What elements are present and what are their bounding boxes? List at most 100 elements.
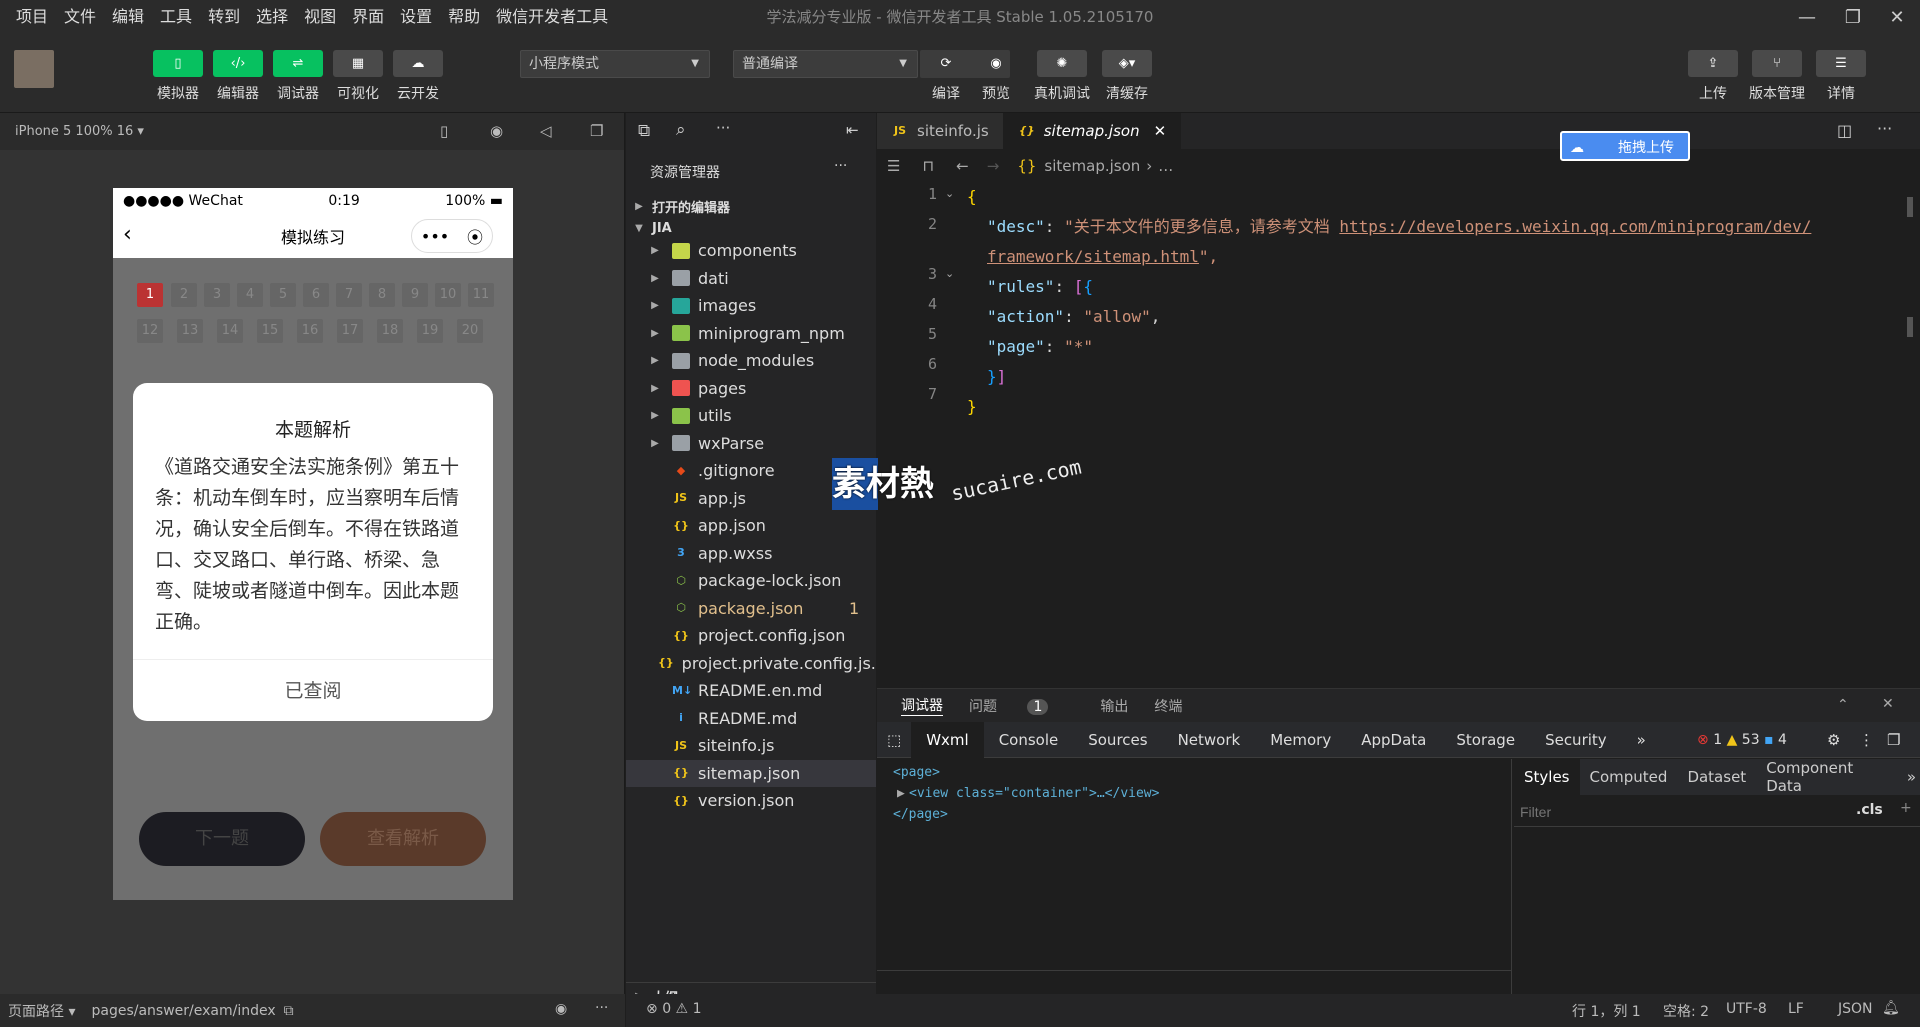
forward-arrow-icon[interactable]: → [987, 157, 1000, 175]
tab-appdata[interactable]: AppData [1346, 722, 1441, 758]
tab-wxml[interactable]: Wxml [911, 721, 984, 758]
tab-output[interactable]: 输出 [1100, 696, 1128, 716]
gear-icon[interactable]: ⚙ [1827, 722, 1840, 758]
preview-button[interactable]: ◉ 预览 [971, 50, 1021, 103]
tab-storage[interactable]: Storage [1441, 722, 1530, 758]
question-number[interactable]: 15 [257, 319, 283, 343]
drag-upload-badge[interactable]: ☁ 拖拽上传 [1560, 131, 1690, 161]
close-icon[interactable]: ✕ [1874, 0, 1920, 34]
language-mode[interactable]: JSON [1838, 1001, 1873, 1017]
more-icon[interactable]: ··· [716, 119, 730, 137]
file-tree-item[interactable]: ▶ images [626, 292, 876, 319]
minimize-icon[interactable]: — [1784, 0, 1830, 34]
question-number[interactable]: 11 [468, 283, 494, 307]
menu-item-settings[interactable]: 设置 [392, 0, 440, 34]
file-tree-item[interactable]: ▶ dati [626, 265, 876, 292]
fold-icon[interactable]: ⌄ [945, 187, 954, 200]
line-ending[interactable]: LF [1788, 1001, 1804, 1017]
indentation[interactable]: 空格: 2 [1663, 1001, 1709, 1021]
styles-filter-input[interactable] [1520, 801, 1820, 823]
file-tree-item[interactable]: {} version.json [626, 787, 876, 814]
tab-sources[interactable]: Sources [1073, 722, 1162, 758]
page-path-select[interactable]: 页面路径 ▾ [8, 1001, 75, 1021]
question-number[interactable]: 14 [217, 319, 243, 343]
cloud-dev-button[interactable]: ☁ 云开发 [393, 50, 443, 103]
file-tree-item[interactable]: {} app.json [626, 512, 876, 539]
file-tree-item[interactable]: JS siteinfo.js [626, 732, 876, 759]
file-tree-item[interactable]: {} project.private.config.js... [626, 650, 876, 677]
device-select[interactable]: iPhone 5 100% 16 ▾ [15, 124, 144, 139]
more-icon[interactable]: ··· [834, 158, 847, 174]
encoding[interactable]: UTF-8 [1726, 1001, 1767, 1017]
dock-icon[interactable]: ❐ [1887, 722, 1900, 758]
file-tree-item[interactable]: ⬡ package-lock.json [626, 567, 876, 594]
menu-item-help[interactable]: 帮助 [440, 0, 488, 34]
compile-mode-select[interactable]: 普通编译 ▼ [733, 50, 918, 78]
question-number[interactable]: 13 [177, 319, 203, 343]
record-icon[interactable]: ◉ [490, 122, 503, 140]
menu-item-select[interactable]: 选择 [248, 0, 296, 34]
tab-terminal[interactable]: 终端 [1154, 696, 1182, 716]
expand-arrow-icon[interactable]: ▶ [897, 786, 905, 801]
file-tree-item[interactable]: i README.md [626, 705, 876, 732]
xml-node[interactable]: <view class="container">…</view> [909, 786, 1159, 801]
question-number[interactable]: 17 [337, 319, 363, 343]
tab-sitemap[interactable]: {} sitemap.json ✕ [1003, 113, 1182, 149]
tab-console[interactable]: Console [984, 722, 1074, 758]
modal-confirm-button[interactable]: 已查阅 [133, 659, 493, 721]
question-number[interactable]: 2 [171, 283, 197, 307]
menu-item-file[interactable]: 文件 [56, 0, 104, 34]
bookmark-icon[interactable]: ⊓ [922, 157, 934, 175]
collapse-panel-icon[interactable]: ⇤ [846, 121, 859, 139]
question-number[interactable]: 7 [336, 283, 362, 307]
question-number[interactable]: 5 [270, 283, 296, 307]
xml-node[interactable]: <page> [893, 765, 940, 780]
issue-counters[interactable]: ⊗ 1 ▲ 53 ▪ 4 [1697, 722, 1787, 758]
more-tabs-icon[interactable]: » [1903, 768, 1920, 786]
popout-icon[interactable]: ❐ [590, 122, 603, 140]
file-tree-item[interactable]: ▶ pages [626, 375, 876, 402]
add-icon[interactable]: + [1900, 800, 1912, 816]
cls-toggle[interactable]: .cls [1856, 802, 1883, 818]
clear-cache-button[interactable]: ◈▾ 清缓存 [1102, 50, 1152, 103]
question-number[interactable]: 6 [303, 283, 329, 307]
menu-item-view[interactable]: 视图 [296, 0, 344, 34]
search-icon[interactable]: ⌕ [676, 120, 686, 140]
code-area[interactable]: 1 2 3 4 5 6 7 ⌄ ⌄ { "desc": "关于本文件的更多信息，… [877, 182, 1920, 688]
file-tree-item[interactable]: {} sitemap.json [626, 759, 876, 787]
details-button[interactable]: ☰ 详情 [1816, 50, 1866, 103]
remote-debug-button[interactable]: ✺ 真机调试 [1034, 50, 1090, 103]
files-icon[interactable]: ⧉ [638, 121, 650, 141]
upload-button[interactable]: ⇪ 上传 [1688, 50, 1738, 103]
tab-dataset[interactable]: Dataset [1677, 768, 1756, 786]
menu-item-wechat-devtools[interactable]: 微信开发者工具 [488, 0, 616, 34]
inspect-icon[interactable]: ⬚ [877, 722, 911, 758]
bell-icon[interactable]: 🔔︎ [1882, 1000, 1900, 1016]
split-editor-icon[interactable]: ◫ [1837, 121, 1852, 140]
menu-item-goto[interactable]: 转到 [200, 0, 248, 34]
chevron-up-icon[interactable]: ⌃ [1837, 697, 1849, 713]
question-number[interactable]: 18 [377, 319, 403, 343]
tab-problems[interactable]: 问题 1 [969, 696, 1074, 716]
version-button[interactable]: ⑂ 版本管理 [1749, 50, 1805, 103]
kebab-icon[interactable]: ⋮ [1859, 722, 1874, 758]
simulator-button[interactable]: ▯ 模拟器 [153, 50, 203, 103]
file-tree-item[interactable]: {} project.config.json [626, 622, 876, 649]
file-tree-item[interactable]: ▶ wxParse [626, 430, 876, 457]
file-tree-item[interactable]: ▶ utils [626, 402, 876, 429]
cursor-position[interactable]: 行 1，列 1 [1572, 1001, 1641, 1021]
mode-select[interactable]: 小程序模式 ▼ [520, 50, 710, 78]
menu-item-tools[interactable]: 工具 [152, 0, 200, 34]
scrollbar[interactable] [1907, 197, 1913, 217]
question-number[interactable]: 4 [237, 283, 263, 307]
back-arrow-icon[interactable]: ← [956, 157, 969, 175]
question-number[interactable]: 8 [369, 283, 395, 307]
file-tree-item[interactable]: M↓ README.en.md [626, 677, 876, 704]
question-number[interactable]: 9 [402, 283, 428, 307]
tab-siteinfo[interactable]: JS siteinfo.js [877, 113, 1004, 149]
sound-icon[interactable]: ◁ [540, 122, 552, 140]
file-tree-item[interactable]: ▶ components [626, 237, 876, 264]
view-analysis-button[interactable]: 查看解析 [320, 812, 486, 866]
more-icon[interactable]: ··· [595, 1000, 608, 1016]
tab-computed[interactable]: Computed [1580, 768, 1678, 786]
